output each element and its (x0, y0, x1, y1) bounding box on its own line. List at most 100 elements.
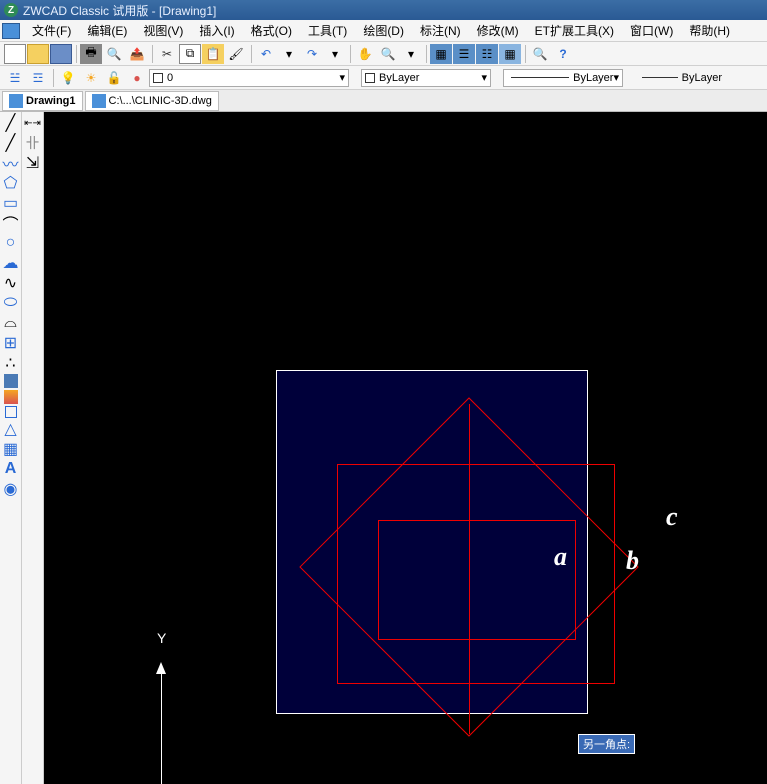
ellipse-arc-tool[interactable]: ⌓ (2, 314, 20, 332)
modify-toolbox: ⇤⇥ 卝 ⇲ (22, 112, 44, 784)
tab-drawing1[interactable]: Drawing1 (2, 91, 83, 111)
zoom-window-button[interactable]: 🔍 (529, 44, 551, 64)
separator (525, 45, 526, 63)
color-dropdown[interactable]: ByLayer ▾ (361, 69, 491, 87)
polyline-tool[interactable]: 〰 (2, 154, 20, 172)
menu-modify[interactable]: 修改(M) (469, 20, 527, 41)
annotation-b: b (626, 546, 639, 576)
cline-tool[interactable]: ╱ (2, 134, 20, 152)
layer-toolbar: ☱ ☲ 💡 ☀ 🔓 ● 0 ▾ ByLayer ▾ ByLayer ▾ ByLa… (0, 66, 767, 90)
copy-button[interactable]: ⧉ (179, 44, 201, 64)
title-bar: Z ZWCAD Classic 试用版 - [Drawing1] (0, 0, 767, 20)
dwg-icon (92, 94, 106, 108)
menu-help[interactable]: 帮助(H) (681, 20, 738, 41)
separator (53, 69, 54, 87)
layer-dropdown[interactable]: 0 ▾ (149, 69, 349, 87)
help-button[interactable]: ? (552, 44, 574, 64)
layer-previous-button[interactable]: ☲ (27, 68, 49, 88)
print-preview-button[interactable]: 🔍 (103, 44, 125, 64)
tool-palettes-button[interactable]: ▦ (499, 44, 521, 64)
new-file-button[interactable] (4, 44, 26, 64)
region-tool[interactable] (5, 406, 17, 418)
menu-dimension[interactable]: 标注(N) (412, 20, 469, 41)
tab-label: C:\...\CLINIC-3D.dwg (109, 95, 212, 107)
separator (350, 45, 351, 63)
menu-window[interactable]: 窗口(W) (622, 20, 681, 41)
separator (426, 45, 427, 63)
layer-lock-icon[interactable]: 🔓 (103, 68, 125, 88)
open-file-button[interactable] (27, 44, 49, 64)
undo-button[interactable]: ↶ (255, 44, 277, 64)
crosshair-v (469, 404, 470, 734)
lineweight-value: ByLayer (682, 72, 722, 84)
linetype-sample-icon (511, 77, 569, 78)
zoom-realtime-button[interactable]: 🔍 (377, 44, 399, 64)
text-tool[interactable]: A (2, 460, 20, 478)
ucs-y-label: Y (157, 630, 166, 646)
design-center-button[interactable]: ☷ (476, 44, 498, 64)
menu-edit[interactable]: 编辑(E) (79, 20, 135, 41)
ellipse-tool[interactable]: ⬭ (2, 294, 20, 312)
dim-linear-tool[interactable]: ⇤⇥ (24, 114, 42, 132)
zoom-dropdown-button[interactable]: ▾ (400, 44, 422, 64)
lineweight-sample-icon (642, 77, 678, 78)
document-icon[interactable] (2, 23, 20, 39)
linetype-dropdown[interactable]: ByLayer ▾ (503, 69, 623, 87)
ucs-y-axis (161, 674, 162, 784)
lineweight-dropdown[interactable]: ByLayer (635, 69, 725, 87)
command-tooltip: 另一角点: (578, 734, 635, 754)
menu-insert[interactable]: 插入(I) (191, 20, 242, 41)
dim-align-tool[interactable]: ⇲ (24, 154, 42, 172)
menu-file[interactable]: 文件(F) (24, 20, 79, 41)
tab-clinic3d[interactable]: C:\...\CLINIC-3D.dwg (85, 91, 219, 111)
cut-button[interactable]: ✂ (156, 44, 178, 64)
dim-continue-tool[interactable]: 卝 (24, 134, 42, 152)
menu-express[interactable]: ET扩展工具(X) (527, 20, 622, 41)
line-tool[interactable]: ╱ (2, 114, 20, 132)
pyramid-tool[interactable]: △ (2, 420, 20, 438)
print-button[interactable]: 🖶 (80, 44, 102, 64)
pan-button[interactable]: ✋ (354, 44, 376, 64)
properties-button[interactable]: ☰ (453, 44, 475, 64)
draw-toolbox: ╱ ╱ 〰 ⬠ ▭ ⌒ ○ ☁ ∿ ⬭ ⌓ ⊞ ∴ △ ▦ A ◉ (0, 112, 22, 784)
layer-plot-icon[interactable]: ● (126, 68, 148, 88)
undo-dropdown-button[interactable]: ▾ (278, 44, 300, 64)
separator (152, 45, 153, 63)
point-tool[interactable]: ∴ (2, 354, 20, 372)
arc-tool[interactable]: ⌒ (2, 214, 20, 232)
redo-dropdown-button[interactable]: ▾ (324, 44, 346, 64)
drawing-canvas[interactable]: a b c Y 另一角点: (44, 112, 767, 784)
spline-tool[interactable]: ∿ (2, 274, 20, 292)
menu-format[interactable]: 格式(O) (243, 20, 300, 41)
insert-block-tool[interactable]: ⊞ (2, 334, 20, 352)
save-file-button[interactable] (50, 44, 72, 64)
menu-view[interactable]: 视图(V) (135, 20, 191, 41)
annotation-a: a (554, 542, 567, 572)
separator (251, 45, 252, 63)
circle-tool[interactable]: ○ (2, 234, 20, 252)
dwg-icon (9, 94, 23, 108)
menu-tools[interactable]: 工具(T) (300, 20, 355, 41)
match-properties-button[interactable]: 🖌 (225, 44, 247, 64)
layer-properties-button[interactable]: ▦ (430, 44, 452, 64)
rectangle-tool[interactable]: ▭ (2, 194, 20, 212)
layer-on-icon[interactable]: 💡 (57, 68, 79, 88)
separator (76, 45, 77, 63)
paste-button[interactable]: 📋 (202, 44, 224, 64)
layer-manager-button[interactable]: ☱ (4, 68, 26, 88)
gradient-tool[interactable] (4, 390, 18, 404)
linetype-value: ByLayer (573, 72, 613, 84)
tab-label: Drawing1 (26, 95, 76, 107)
layer-freeze-icon[interactable]: ☀ (80, 68, 102, 88)
menu-draw[interactable]: 绘图(D) (355, 20, 412, 41)
hatch-tool[interactable] (4, 374, 18, 388)
menu-bar: 文件(F) 编辑(E) 视图(V) 插入(I) 格式(O) 工具(T) 绘图(D… (0, 20, 767, 42)
table-tool[interactable]: ▦ (2, 440, 20, 458)
app-logo-icon: Z (4, 3, 18, 17)
donut-tool[interactable]: ◉ (2, 480, 20, 498)
polygon-tool[interactable]: ⬠ (2, 174, 20, 192)
publish-button[interactable]: 📤 (126, 44, 148, 64)
document-tabs: Drawing1 C:\...\CLINIC-3D.dwg (0, 90, 767, 112)
redo-button[interactable]: ↷ (301, 44, 323, 64)
revision-cloud-tool[interactable]: ☁ (2, 254, 20, 272)
